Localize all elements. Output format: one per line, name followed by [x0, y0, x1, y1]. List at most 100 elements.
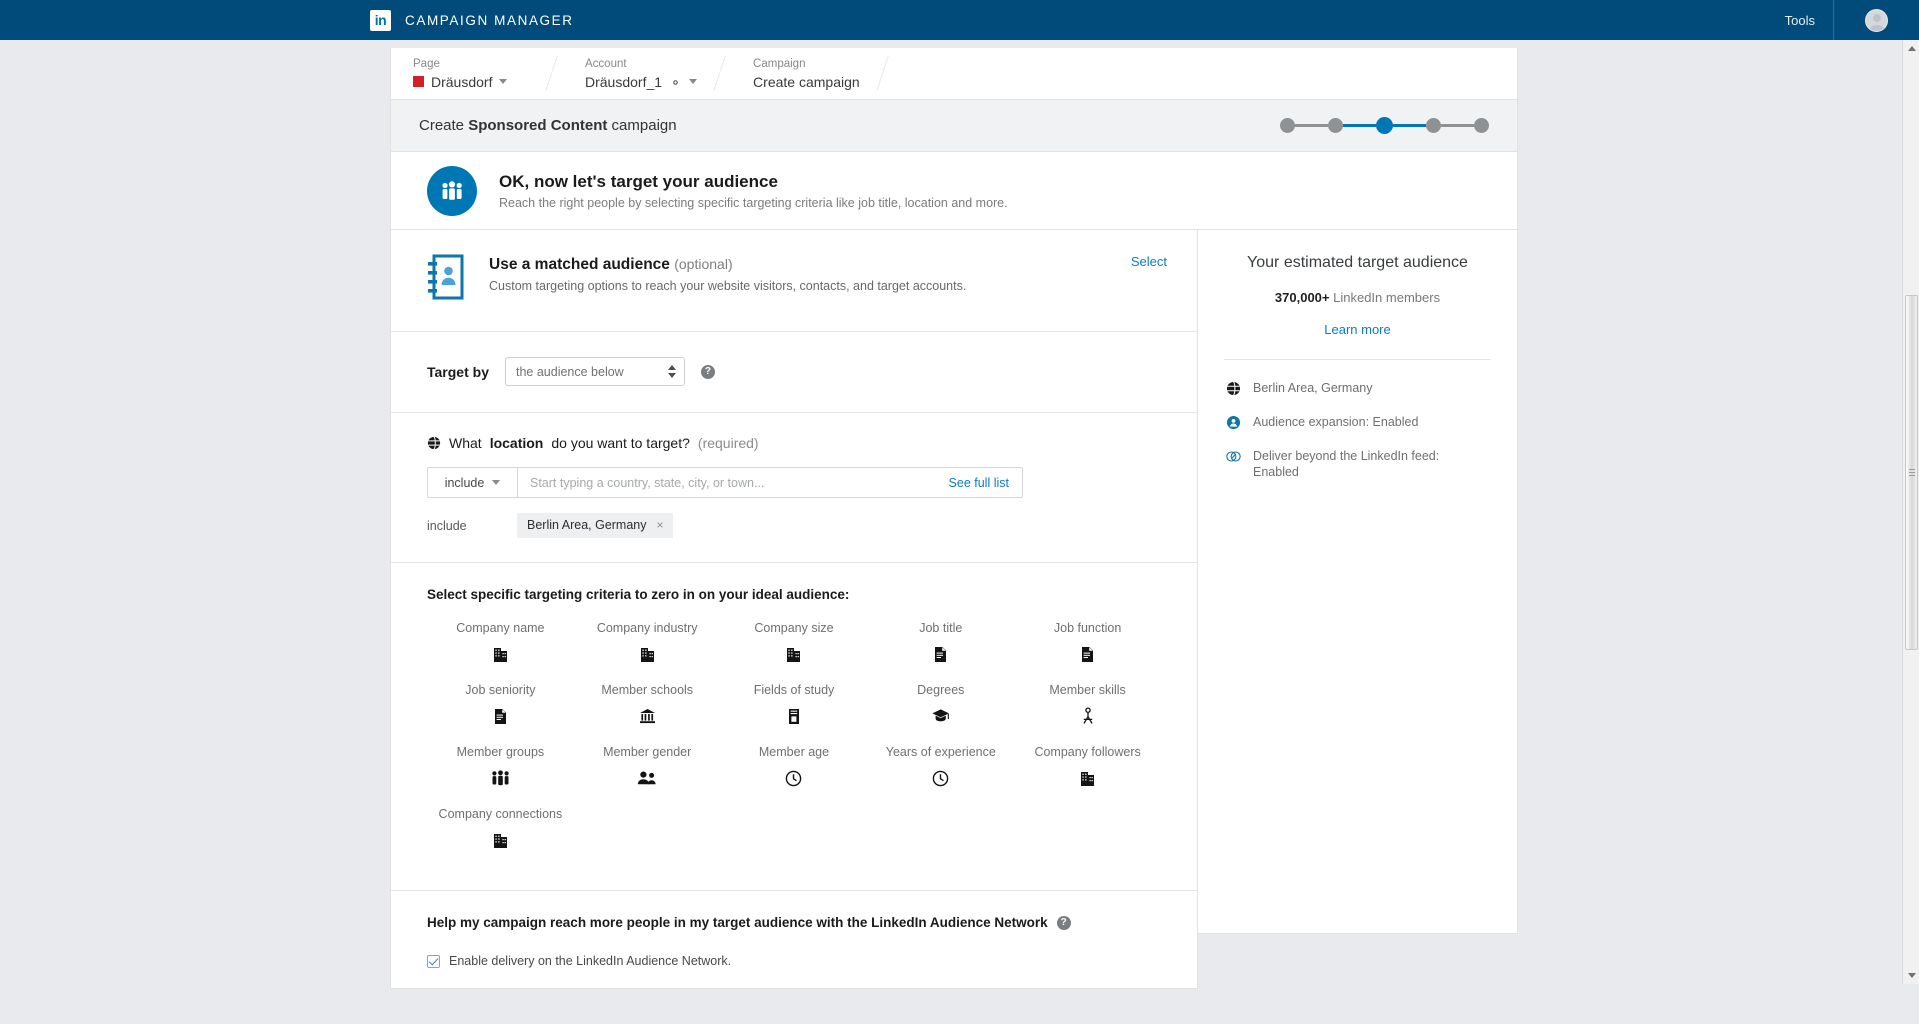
step-indicator [1280, 117, 1489, 134]
scroll-down-arrow-icon[interactable] [1903, 967, 1919, 984]
gear-icon[interactable] [669, 75, 682, 88]
document-icon [934, 644, 947, 664]
brand-title: CAMPAIGN MANAGER [405, 12, 574, 28]
step-dot-1[interactable] [1280, 118, 1295, 133]
step-line-2-3 [1343, 124, 1376, 127]
criteria-label: Company size [754, 621, 834, 635]
question-mark-icon[interactable]: ? [1056, 915, 1071, 930]
top-navigation-bar: in CAMPAIGN MANAGER Tools [0, 0, 1919, 40]
people-group-icon [491, 768, 510, 788]
location-question-post: do you want to target? [551, 435, 690, 451]
criteria-label: Degrees [917, 683, 965, 697]
vertical-scrollbar[interactable] [1902, 40, 1919, 984]
summary-item-audience-expansion: Audience expansion: Enabled [1226, 414, 1487, 430]
bank-columns-icon [639, 706, 656, 726]
breadcrumb-account-label: Account [585, 57, 627, 70]
summary-item-beyond-feed-text: Deliver beyond the LinkedIn feed: Enable… [1253, 449, 1440, 479]
estimated-audience-count: 370,000+ [1274, 290, 1330, 305]
criteria-degrees[interactable]: Degrees [867, 674, 1014, 736]
see-full-list-link[interactable]: See full list [936, 468, 1022, 497]
question-mark-icon[interactable]: ? [700, 364, 715, 379]
breadcrumb-page-label: Page [413, 57, 440, 70]
chevron-down-icon[interactable] [689, 79, 698, 84]
campaign-title-type: Sponsored Content [468, 117, 608, 134]
document-icon [494, 706, 507, 726]
criteria-years-of-experience[interactable]: Years of experience [867, 736, 1014, 798]
linkedin-logo-text: in [374, 12, 387, 28]
estimated-audience-panel: Your estimated target audience 370,000+ … [1198, 230, 1518, 934]
learn-more-link[interactable]: Learn more [1324, 322, 1390, 337]
location-include-dropdown[interactable]: include [428, 468, 518, 497]
criteria-company-connections[interactable]: Company connections [427, 798, 574, 860]
audience-network-heading: Help my campaign reach more people in my… [427, 915, 1048, 930]
criteria-job-title[interactable]: Job title [867, 612, 1014, 674]
chevron-down-icon[interactable] [499, 79, 508, 84]
page-color-swatch-icon [413, 76, 424, 87]
criteria-label: Job seniority [465, 683, 536, 697]
hero-banner: OK, now let's target your audience Reach… [390, 152, 1518, 230]
breadcrumb-item-account[interactable]: Account Dräusdorf_1 [551, 48, 719, 99]
hero-heading: OK, now let's target your audience [499, 171, 778, 191]
breadcrumb-campaign-value: Create campaign [753, 73, 860, 90]
criteria-job-function[interactable]: Job function [1014, 612, 1161, 674]
target-by-select[interactable]: the audience below [504, 357, 685, 386]
breadcrumb-account-value-row[interactable]: Dräusdorf_1 [585, 73, 698, 91]
criteria-company-size[interactable]: Company size [721, 612, 868, 674]
step-dot-3-active[interactable] [1376, 117, 1393, 134]
audience-people-icon [427, 165, 477, 216]
page-right-gutter [1518, 80, 1902, 1024]
audience-network-checkbox-row[interactable]: Enable delivery on the LinkedIn Audience… [427, 954, 1161, 968]
scrollbar-thumb[interactable] [1905, 295, 1918, 650]
location-search-input[interactable] [518, 468, 936, 497]
body-split: Use a matched audience (optional) Custom… [390, 230, 1518, 989]
criteria-member-age[interactable]: Member age [721, 736, 868, 798]
criteria-member-gender[interactable]: Member gender [574, 736, 721, 798]
clock-icon [785, 768, 802, 788]
company-building-icon [640, 644, 655, 664]
criteria-fields-of-study[interactable]: Fields of study [721, 674, 868, 736]
matched-audience-optional: (optional) [674, 256, 733, 272]
avatar[interactable] [1865, 8, 1888, 32]
topbar-left-spacer [0, 0, 370, 40]
person-compass-icon [1081, 706, 1095, 726]
summary-item-location-text: Berlin Area, Germany [1253, 381, 1373, 395]
location-question-bold: location [489, 435, 544, 451]
enable-audience-network-checkbox[interactable] [427, 954, 440, 968]
step-dot-4[interactable] [1426, 118, 1441, 133]
tools-menu[interactable]: Tools [1767, 0, 1833, 40]
step-line-4-5 [1441, 124, 1474, 127]
content-column: Page Dräusdorf Account Dräusdorf_1 Campa… [390, 40, 1518, 989]
location-chip[interactable]: Berlin Area, Germany × [517, 513, 673, 538]
breadcrumb-item-page[interactable]: Page Dräusdorf [391, 48, 551, 99]
company-building-icon [786, 644, 801, 664]
linkedin-logo-icon[interactable]: in [370, 9, 391, 31]
step-dot-2[interactable] [1328, 118, 1343, 133]
graduation-cap-icon [931, 706, 950, 726]
criteria-company-industry[interactable]: Company industry [574, 612, 721, 674]
criteria-member-skills[interactable]: Member skills [1014, 674, 1161, 736]
campaign-header: Create Sponsored Content campaign [390, 100, 1518, 152]
close-icon[interactable]: × [657, 518, 664, 532]
matched-audience-select-link[interactable]: Select [1131, 254, 1167, 269]
brand-block[interactable]: in CAMPAIGN MANAGER [370, 0, 574, 40]
targeting-criteria-section: Select specific targeting criteria to ze… [391, 563, 1197, 891]
step-line-1-2 [1295, 124, 1328, 127]
scroll-up-arrow-icon[interactable] [1903, 40, 1919, 57]
criteria-label: Years of experience [885, 745, 996, 759]
location-typeahead: include See full list [427, 467, 1023, 498]
company-building-icon [493, 830, 508, 850]
criteria-job-seniority[interactable]: Job seniority [427, 674, 574, 736]
matched-audience-text: Use a matched audience (optional) Custom… [489, 254, 1109, 293]
criteria-member-schools[interactable]: Member schools [574, 674, 721, 736]
avatar-menu[interactable] [1833, 0, 1919, 40]
target-by-section: Target by the audience below ? [391, 332, 1197, 413]
estimated-audience-summary-list: Berlin Area, Germany Audience expansion:… [1224, 360, 1491, 480]
step-dot-5[interactable] [1474, 118, 1489, 133]
criteria-company-followers[interactable]: Company followers [1014, 736, 1161, 798]
breadcrumb-page-value-row[interactable]: Dräusdorf [413, 73, 529, 91]
breadcrumb-item-campaign: Campaign Create campaign [719, 48, 882, 99]
chevron-down-icon[interactable] [492, 480, 501, 485]
criteria-member-groups[interactable]: Member groups [427, 736, 574, 798]
criteria-company-name[interactable]: Company name [427, 612, 574, 674]
breadcrumb-page-value: Dräusdorf [431, 73, 493, 90]
